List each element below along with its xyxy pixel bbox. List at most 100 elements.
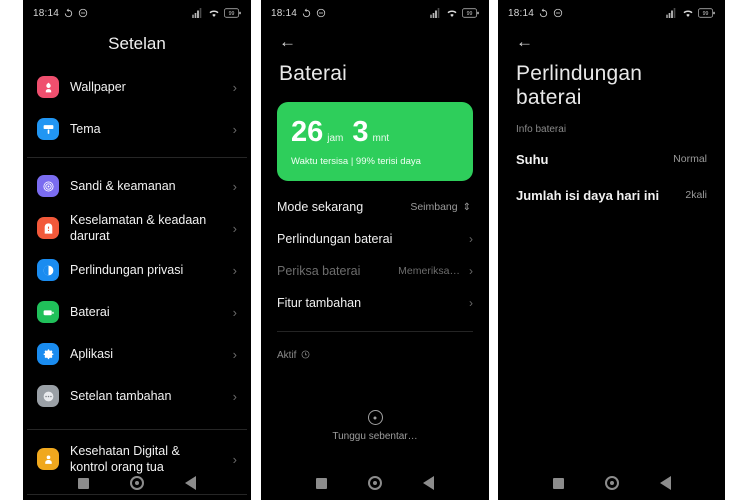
sidebar-item-aplikasi[interactable]: Aplikasi ›	[35, 333, 239, 375]
loading-text: Tunggu sebentar…	[332, 431, 418, 442]
chevron-right-icon: ›	[232, 451, 237, 467]
back-triangle-icon[interactable]	[659, 476, 671, 490]
sidebar-item-label: Tema	[70, 122, 101, 136]
row-fitur-tambahan[interactable]: Fitur tambahan ›	[277, 287, 473, 319]
chevron-right-icon: ›	[232, 346, 237, 362]
back-triangle-icon[interactable]	[185, 476, 197, 490]
loading-indicator: Tunggu sebentar…	[261, 410, 489, 442]
back-arrow-icon: ←	[279, 31, 296, 51]
divider	[27, 157, 247, 158]
row-jumlah-isi-daya: Jumlah isi daya hari ini 2kali	[516, 177, 707, 213]
privacy-icon	[37, 259, 59, 281]
sidebar-item-label: Keselamatan & keadaan darurat	[70, 213, 207, 243]
sync-icon	[301, 7, 312, 19]
panel-battery-protection: 18:14 99 ← Perlindungan baterai Info bat…	[498, 0, 725, 500]
recents-square-icon[interactable]	[77, 477, 89, 489]
cellular-signal-icon	[666, 8, 678, 18]
right-gutter	[725, 0, 750, 500]
status-bar-right: 99	[192, 8, 241, 18]
back-arrow-icon: ←	[516, 31, 533, 51]
battery-icon	[37, 301, 59, 323]
home-circle-icon[interactable]	[129, 476, 144, 490]
sidebar-item-perlindungan-privasi[interactable]: Perlindungan privasi ›	[35, 249, 239, 291]
status-time: 18:14	[271, 7, 298, 19]
row-label: Periksa baterai	[277, 264, 361, 278]
cellular-signal-icon	[430, 8, 442, 18]
battery-card-subtitle: Waktu tersisa | 99% terisi daya	[291, 156, 421, 167]
panel-battery: 18:14 99 ← Baterai 26 jam 3 mnt Waktu te…	[261, 0, 489, 500]
theme-icon	[37, 118, 59, 140]
sidebar-item-sandi-keamanan[interactable]: Sandi & keamanan ›	[35, 165, 239, 207]
dnd-icon	[316, 8, 326, 18]
sidebar-item-setelan-tambahan[interactable]: Setelan tambahan ›	[35, 375, 239, 417]
battery-icon: 99	[224, 8, 241, 18]
battery-icon: 99	[462, 8, 479, 18]
svg-text:99: 99	[703, 11, 709, 17]
active-label: Aktif	[277, 349, 297, 361]
row-value: Seimbang	[410, 201, 458, 213]
row-label: Suhu	[516, 151, 549, 167]
home-circle-icon[interactable]	[367, 476, 382, 490]
chevron-right-icon: ›	[232, 178, 237, 194]
sidebar-item-label: Baterai	[70, 305, 110, 319]
info-circle-icon[interactable]	[301, 346, 310, 364]
row-mode-sekarang[interactable]: Mode sekarang Seimbang ⇕	[277, 191, 473, 223]
battery-hours: 26	[291, 116, 324, 148]
settings-group-1: Wallpaper › Tema ›	[23, 66, 251, 150]
back-triangle-icon[interactable]	[423, 476, 435, 490]
page-title: Baterai	[279, 62, 347, 85]
recents-square-icon[interactable]	[552, 477, 564, 489]
status-bar-left: 18:14	[508, 8, 563, 19]
status-bar-right: 99	[430, 8, 479, 18]
row-label: Mode sekarang	[277, 200, 364, 214]
chevron-right-icon: ›	[469, 232, 473, 246]
sync-icon	[63, 7, 74, 19]
status-time: 18:14	[508, 7, 535, 19]
row-perlindungan-baterai[interactable]: Perlindungan baterai ›	[277, 223, 473, 255]
home-circle-icon[interactable]	[604, 476, 619, 490]
sidebar-item-keselamatan-darurat[interactable]: Keselamatan & keadaan darurat ›	[35, 207, 239, 249]
row-value: Normal	[673, 153, 707, 165]
back-button[interactable]: ←	[261, 26, 489, 56]
more-settings-icon	[37, 385, 59, 407]
wifi-icon	[682, 8, 694, 18]
navigation-bar	[261, 466, 489, 500]
chevron-right-icon: ›	[232, 262, 237, 278]
cellular-signal-icon	[192, 8, 204, 18]
chevron-right-icon: ›	[469, 264, 473, 278]
status-bar-left: 18:14	[271, 8, 326, 19]
emergency-icon	[37, 217, 59, 239]
status-bar-panel2: 18:14 99	[261, 0, 489, 26]
row-periksa-baterai[interactable]: Periksa baterai Memeriksa… ›	[277, 255, 473, 287]
left-gutter	[0, 0, 23, 500]
status-bar-left: 18:14	[33, 8, 88, 19]
gap-1	[251, 0, 261, 500]
sidebar-item-label: Wallpaper	[70, 80, 126, 94]
status-time: 18:14	[33, 7, 60, 19]
battery-status-card[interactable]: 26 jam 3 mnt Waktu tersisa | 99% terisi …	[277, 102, 473, 181]
back-button[interactable]: ←	[498, 26, 725, 56]
wifi-icon	[446, 8, 458, 18]
navigation-bar	[498, 466, 725, 500]
divider	[27, 429, 247, 430]
fingerprint-icon	[37, 175, 59, 197]
stepper-icon: ⇕	[462, 201, 471, 213]
status-bar-panel1: 18:14 99	[23, 0, 251, 26]
spinner-icon	[367, 410, 383, 425]
recents-square-icon[interactable]	[315, 477, 327, 489]
sync-icon	[538, 7, 549, 19]
settings-group-2: Sandi & keamanan › Keselamatan & keadaan…	[23, 165, 251, 417]
row-label: Fitur tambahan	[277, 296, 362, 310]
chevron-right-icon: ›	[232, 388, 237, 404]
row-label: Perlindungan baterai	[277, 232, 393, 246]
dnd-icon	[553, 8, 563, 18]
sidebar-item-baterai[interactable]: Baterai ›	[35, 291, 239, 333]
sidebar-item-wallpaper[interactable]: Wallpaper ›	[35, 66, 239, 108]
screenshot-stage: 18:14 99 Setelan Wallpaper › Tema › Sand…	[0, 0, 750, 500]
sidebar-item-label: Aplikasi	[70, 347, 114, 361]
row-suhu: Suhu Normal	[516, 141, 707, 177]
sidebar-item-label: Setelan tambahan	[70, 389, 172, 403]
sidebar-item-tema[interactable]: Tema ›	[35, 108, 239, 150]
active-section-header: Aktif	[261, 332, 489, 364]
row-value: 2kali	[685, 189, 707, 201]
